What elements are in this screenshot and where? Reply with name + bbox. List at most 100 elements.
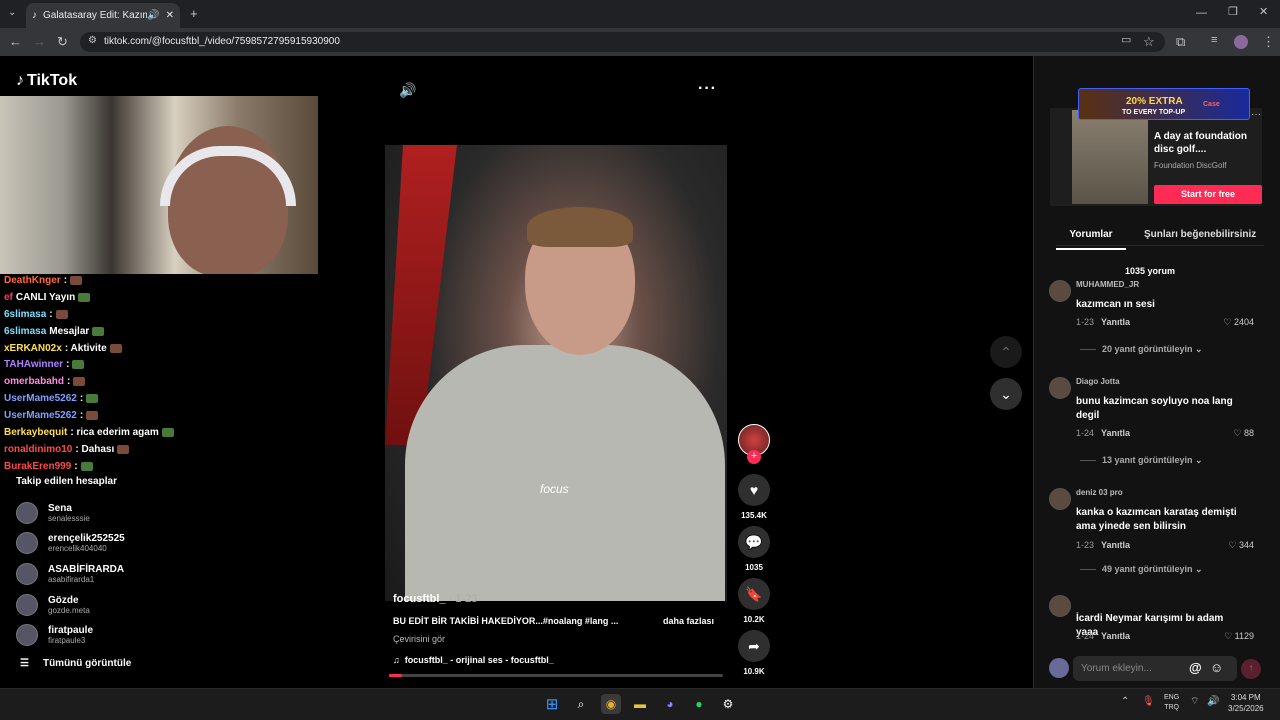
comment-count: 1035: [745, 563, 763, 572]
tab-audio-icon[interactable]: 🔊: [147, 10, 159, 21]
banner-brand: Case: [1203, 101, 1220, 108]
new-tab-icon[interactable]: +: [190, 7, 198, 20]
spotify-icon[interactable]: ●: [689, 694, 709, 714]
comment-like[interactable]: ♡ 2404: [1210, 317, 1254, 328]
comment-like-count: 88: [1243, 428, 1254, 438]
start-icon[interactable]: ⊞: [542, 694, 562, 714]
ad-cta-button[interactable]: Start for free: [1154, 185, 1262, 204]
reply-button[interactable]: Yanıtla: [1101, 317, 1130, 327]
next-video-button[interactable]: ⌄: [990, 378, 1022, 410]
emoji-icon[interactable]: ☺: [1210, 660, 1223, 675]
comment-like[interactable]: ♡ 344: [1210, 540, 1254, 551]
comment-like[interactable]: ♡ 88: [1210, 428, 1254, 439]
save-button[interactable]: 🔖: [738, 578, 770, 610]
comment-like[interactable]: ♡ 1129: [1210, 631, 1254, 642]
view-replies[interactable]: 20 yanıt görüntüleyin ⌄: [1080, 344, 1203, 355]
language-indicator[interactable]: ENG TRQ: [1164, 693, 1179, 713]
bookmark-star-icon[interactable]: ☆: [1143, 35, 1155, 48]
tab-list-icon[interactable]: ⌄: [8, 8, 16, 18]
chat-username: omerbabahd: [4, 376, 65, 388]
chat-emote: [86, 394, 99, 404]
tray-overflow-icon[interactable]: ⌃: [1121, 697, 1129, 707]
comment-username[interactable]: MUHAMMED_JR: [1076, 280, 1139, 289]
comment-avatar[interactable]: [1049, 595, 1071, 617]
description-more-link[interactable]: daha fazlası: [663, 616, 714, 626]
volume-icon[interactable]: 🔊: [399, 82, 416, 99]
comment-avatar[interactable]: [1049, 377, 1071, 399]
following-account[interactable]: Gözde gozde.meta: [16, 590, 90, 620]
view-replies[interactable]: 49 yanıt görüntüleyin ⌄: [1080, 564, 1203, 575]
chat-message: Berkaybequit: rica ederim agam: [4, 424, 314, 441]
bookmark-icon: 🔖: [745, 585, 763, 602]
following-account[interactable]: ASABİFİRARDA asabifirarda1: [16, 559, 124, 589]
restore-icon[interactable]: ❐: [1228, 7, 1238, 18]
view-replies[interactable]: 13 yanıt görüntüleyin ⌄: [1080, 455, 1203, 466]
chat-message: UserMame5262:: [4, 407, 314, 424]
cast-icon[interactable]: ▭: [1121, 35, 1131, 46]
account-name: erençelik252525: [48, 533, 125, 544]
network-icon[interactable]: ⌔: [1190, 697, 1199, 707]
video-progress-bar[interactable]: [389, 674, 723, 677]
settings-app-icon[interactable]: ⚙: [718, 694, 738, 714]
following-account[interactable]: Sena senalesssie: [16, 498, 90, 528]
reload-icon[interactable]: ↻: [57, 35, 68, 48]
reply-button[interactable]: Yanıtla: [1101, 428, 1130, 438]
chat-text: :: [79, 410, 84, 422]
address-bar[interactable]: ⚙ tiktok.com/@focusftbl_/video/759857279…: [80, 32, 1165, 52]
previous-video-button[interactable]: ⌃: [990, 336, 1022, 368]
comment-username[interactable]: deniz 03 pro: [1076, 488, 1123, 497]
chat-username: 6slimasa: [4, 325, 47, 337]
list-icon: ☰: [20, 658, 29, 669]
chrome-icon[interactable]: ◉: [601, 694, 621, 714]
tab-comments[interactable]: Yorumlar: [1056, 229, 1126, 250]
reply-button[interactable]: Yanıtla: [1101, 540, 1130, 550]
see-translation-link[interactable]: Çevirisini gör: [393, 634, 445, 644]
ad-more-icon[interactable]: ···: [1251, 110, 1261, 120]
discord-icon[interactable]: ◕: [660, 694, 680, 714]
send-comment-button[interactable]: ↑: [1241, 659, 1261, 679]
minimize-icon[interactable]: —: [1196, 8, 1207, 19]
extensions-icon[interactable]: ⧉: [1176, 35, 1185, 48]
account-avatar: [16, 502, 38, 524]
browser-tab[interactable]: ♪ Galatasaray Edit: Kazımcan 🔊 ✕: [26, 3, 180, 28]
chat-emote: [72, 360, 85, 370]
comment-avatar[interactable]: [1049, 488, 1071, 510]
chat-emote: [55, 309, 68, 319]
browser-menu-icon[interactable]: ⋮: [1262, 35, 1275, 48]
chat-text: : rica ederim agam: [70, 426, 159, 438]
back-icon[interactable]: ←: [9, 35, 22, 48]
chat-emote: [117, 444, 130, 454]
music-link[interactable]: ♫ focusftbl_ - orijinal ses - focusftbl_: [393, 655, 554, 665]
mention-icon[interactable]: @: [1189, 660, 1202, 675]
site-info-icon[interactable]: ⚙: [88, 36, 97, 46]
ad-thumbnail[interactable]: [1072, 110, 1148, 204]
see-all-following[interactable]: ☰ Tümünü görüntüle: [20, 658, 131, 669]
microphone-icon[interactable]: 🎙: [1142, 697, 1155, 707]
tab-close-icon[interactable]: ✕: [166, 10, 174, 21]
like-button[interactable]: ♥: [738, 474, 770, 506]
following-account[interactable]: erençelik252525 erencelik404040: [16, 528, 125, 558]
following-account[interactable]: firatpaule firatpaule3: [16, 620, 93, 650]
comment-avatar[interactable]: [1049, 280, 1071, 302]
tiktok-logo[interactable]: ♪ TikTok: [16, 72, 77, 90]
file-explorer-icon[interactable]: ▬: [630, 694, 650, 714]
chat-text: : Aktivite: [64, 342, 107, 354]
volume-tray-icon[interactable]: 🔊: [1207, 697, 1219, 707]
taskbar-clock[interactable]: 3:04 PM 3/25/2026: [1228, 692, 1264, 714]
video-player[interactable]: [385, 145, 727, 601]
reply-button[interactable]: Yanıtla: [1101, 631, 1130, 641]
follow-plus-icon[interactable]: +: [747, 450, 761, 464]
comment-username[interactable]: Diago Jotta: [1076, 377, 1120, 386]
chat-message: DeathKnger:: [4, 272, 314, 289]
media-control-icon[interactable]: ≡: [1211, 35, 1217, 46]
more-options-icon[interactable]: ···: [698, 80, 717, 98]
share-button[interactable]: ➦: [738, 630, 770, 662]
tab-you-may-like[interactable]: Şunları beğenebilirsiniz: [1144, 229, 1256, 240]
forward-icon[interactable]: →: [33, 35, 46, 48]
video-author[interactable]: focusftbl_ · 1-23: [393, 593, 477, 605]
chat-emote: [161, 427, 174, 437]
comment-button[interactable]: 💬: [738, 526, 770, 558]
window-close-icon[interactable]: ✕: [1259, 7, 1268, 18]
profile-avatar[interactable]: [1234, 35, 1248, 49]
search-icon[interactable]: ⌕: [571, 694, 591, 714]
